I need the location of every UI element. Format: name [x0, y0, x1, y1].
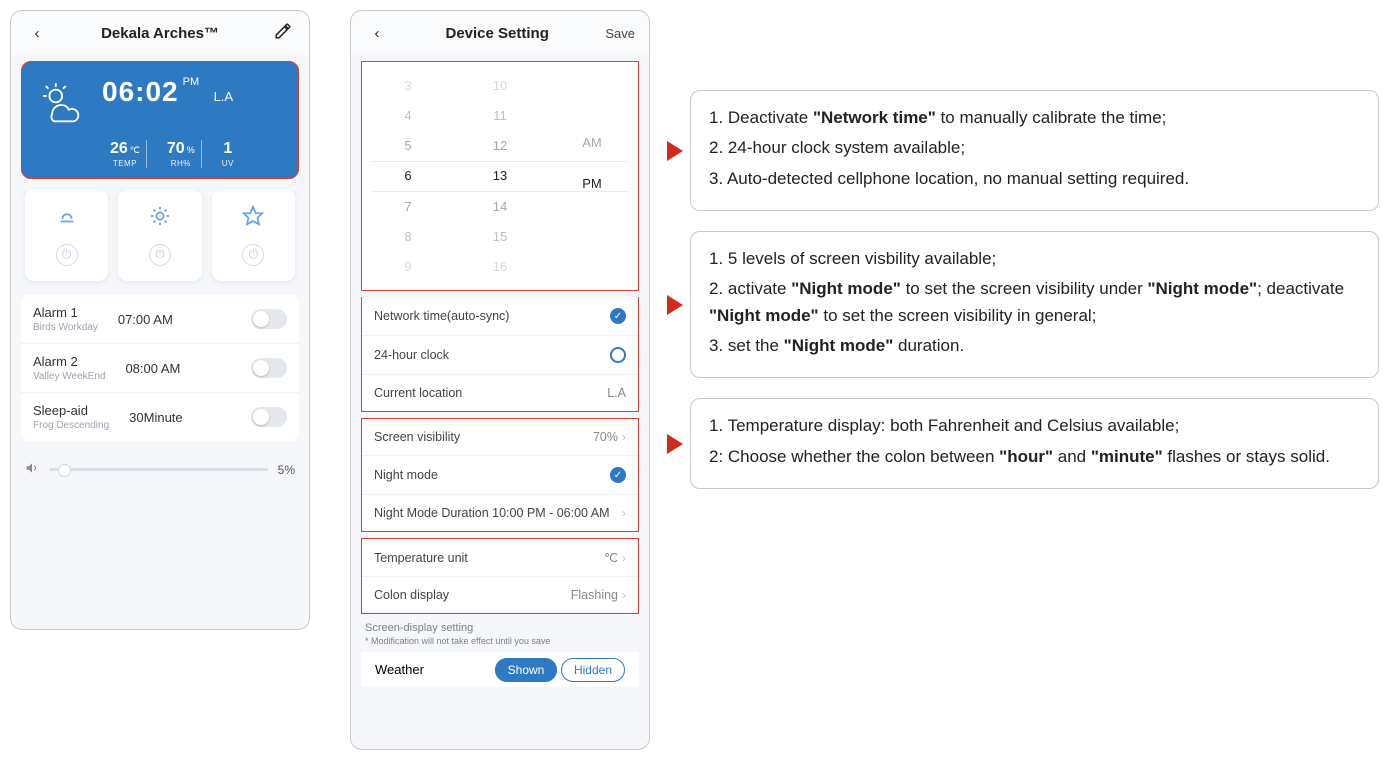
- temp-metric: 26℃ TEMP: [104, 140, 147, 168]
- phone-device-setting: ‹ Device Setting Save 3 4 5 6 7 8 9 10 1…: [350, 10, 650, 750]
- chevron-right-icon: ›: [622, 430, 626, 444]
- humidity-metric: 70% RH%: [161, 140, 202, 168]
- picker-minutes[interactable]: 10 11 12 13 14 15 16: [454, 62, 546, 290]
- back-icon[interactable]: ‹: [25, 25, 49, 42]
- check-icon[interactable]: ✓: [610, 308, 626, 324]
- current-location-row[interactable]: Current location L.A: [362, 375, 638, 411]
- page-title: Dekala Arches™: [101, 25, 219, 42]
- star-icon: [242, 205, 264, 233]
- volume-value: 5%: [278, 463, 295, 477]
- callout-time-settings: 1. Deactivate "Network time" to manually…: [690, 90, 1379, 211]
- speaker-icon: [25, 461, 39, 478]
- picker-hours[interactable]: 3 4 5 6 7 8 9: [362, 62, 454, 290]
- radio-open-icon[interactable]: [610, 347, 626, 363]
- arrow-icon: [667, 295, 683, 315]
- time-picker[interactable]: 3 4 5 6 7 8 9 10 11 12 13 14 15 16 AM PM: [361, 61, 639, 291]
- colon-display-row[interactable]: Colon display Flashing›: [362, 577, 638, 613]
- edit-icon[interactable]: [271, 22, 295, 44]
- phone-header: ‹ Device Setting Save: [351, 11, 649, 55]
- check-icon[interactable]: ✓: [610, 467, 626, 483]
- weather-shown-button[interactable]: Shown: [495, 658, 558, 682]
- chevron-right-icon: ›: [622, 588, 626, 602]
- arrow-icon: [667, 434, 683, 454]
- annotations: 1. Deactivate "Network time" to manually…: [690, 90, 1379, 489]
- alarm-1-row[interactable]: Alarm 1Birds Workday 07:00 AM: [21, 295, 299, 344]
- page-title: Device Setting: [445, 25, 548, 42]
- clock-ampm: PM: [183, 76, 200, 88]
- power-icon[interactable]: ⏻: [242, 244, 264, 266]
- callout-screen-visibility: 1. 5 levels of screen visbility availabl…: [690, 231, 1379, 378]
- alarm-1-toggle[interactable]: [251, 309, 287, 329]
- sleep-aid-toggle[interactable]: [251, 407, 287, 427]
- 24hour-row[interactable]: 24-hour clock: [362, 336, 638, 375]
- mode-tile-3[interactable]: ⏻: [212, 189, 295, 281]
- weather-icon: [34, 76, 92, 134]
- weather-hidden-button[interactable]: Hidden: [561, 658, 625, 682]
- mode-tile-1[interactable]: ⏻: [25, 189, 108, 281]
- mode-tile-2[interactable]: ⏻: [118, 189, 201, 281]
- alarm-2-toggle[interactable]: [251, 358, 287, 378]
- power-icon[interactable]: ⏻: [56, 244, 78, 266]
- sunset-icon: [56, 205, 78, 233]
- arrow-icon: [667, 141, 683, 161]
- chevron-right-icon: ›: [622, 551, 626, 565]
- screen-visibility-row[interactable]: Screen visibility 70%›: [362, 419, 638, 456]
- temperature-unit-row[interactable]: Temperature unit ℃›: [362, 539, 638, 577]
- callout-display-options: 1. Temperature display: both Fahrenheit …: [690, 398, 1379, 489]
- weather-toggle-row: Weather Shown Hidden: [361, 652, 639, 687]
- night-mode-row[interactable]: Night mode ✓: [362, 456, 638, 495]
- chevron-right-icon: ›: [622, 506, 626, 520]
- power-icon[interactable]: ⏻: [149, 244, 171, 266]
- weather-card[interactable]: 06:02 PM L.A 26℃ TEMP 70% RH% 1 UV: [21, 61, 299, 179]
- sun-icon: [149, 205, 171, 233]
- alarm-2-row[interactable]: Alarm 2Valley WeekEnd 08:00 AM: [21, 344, 299, 393]
- picker-ampm[interactable]: AM PM: [546, 62, 638, 290]
- phone-header: ‹ Dekala Arches™: [11, 11, 309, 55]
- volume-row: 5%: [11, 451, 309, 488]
- phone-home: ‹ Dekala Arches™ 06:02 PM L.A 26℃ TEMP 70…: [10, 10, 310, 630]
- clock-time: 06:02: [102, 76, 179, 107]
- uv-metric: 1 UV: [216, 140, 240, 168]
- save-button[interactable]: Save: [605, 26, 635, 41]
- network-time-row[interactable]: Network time(auto-sync) ✓: [362, 297, 638, 336]
- night-duration-row[interactable]: Night Mode Duration 10:00 PM - 06:00 AM …: [362, 495, 638, 531]
- location-label: L.A: [214, 89, 234, 104]
- screen-display-note: Screen-display setting * Modification wi…: [351, 614, 649, 648]
- back-icon[interactable]: ‹: [365, 25, 389, 42]
- volume-slider[interactable]: [49, 468, 268, 471]
- sleep-aid-row[interactable]: Sleep-aidFrog Descending 30Minute: [21, 393, 299, 441]
